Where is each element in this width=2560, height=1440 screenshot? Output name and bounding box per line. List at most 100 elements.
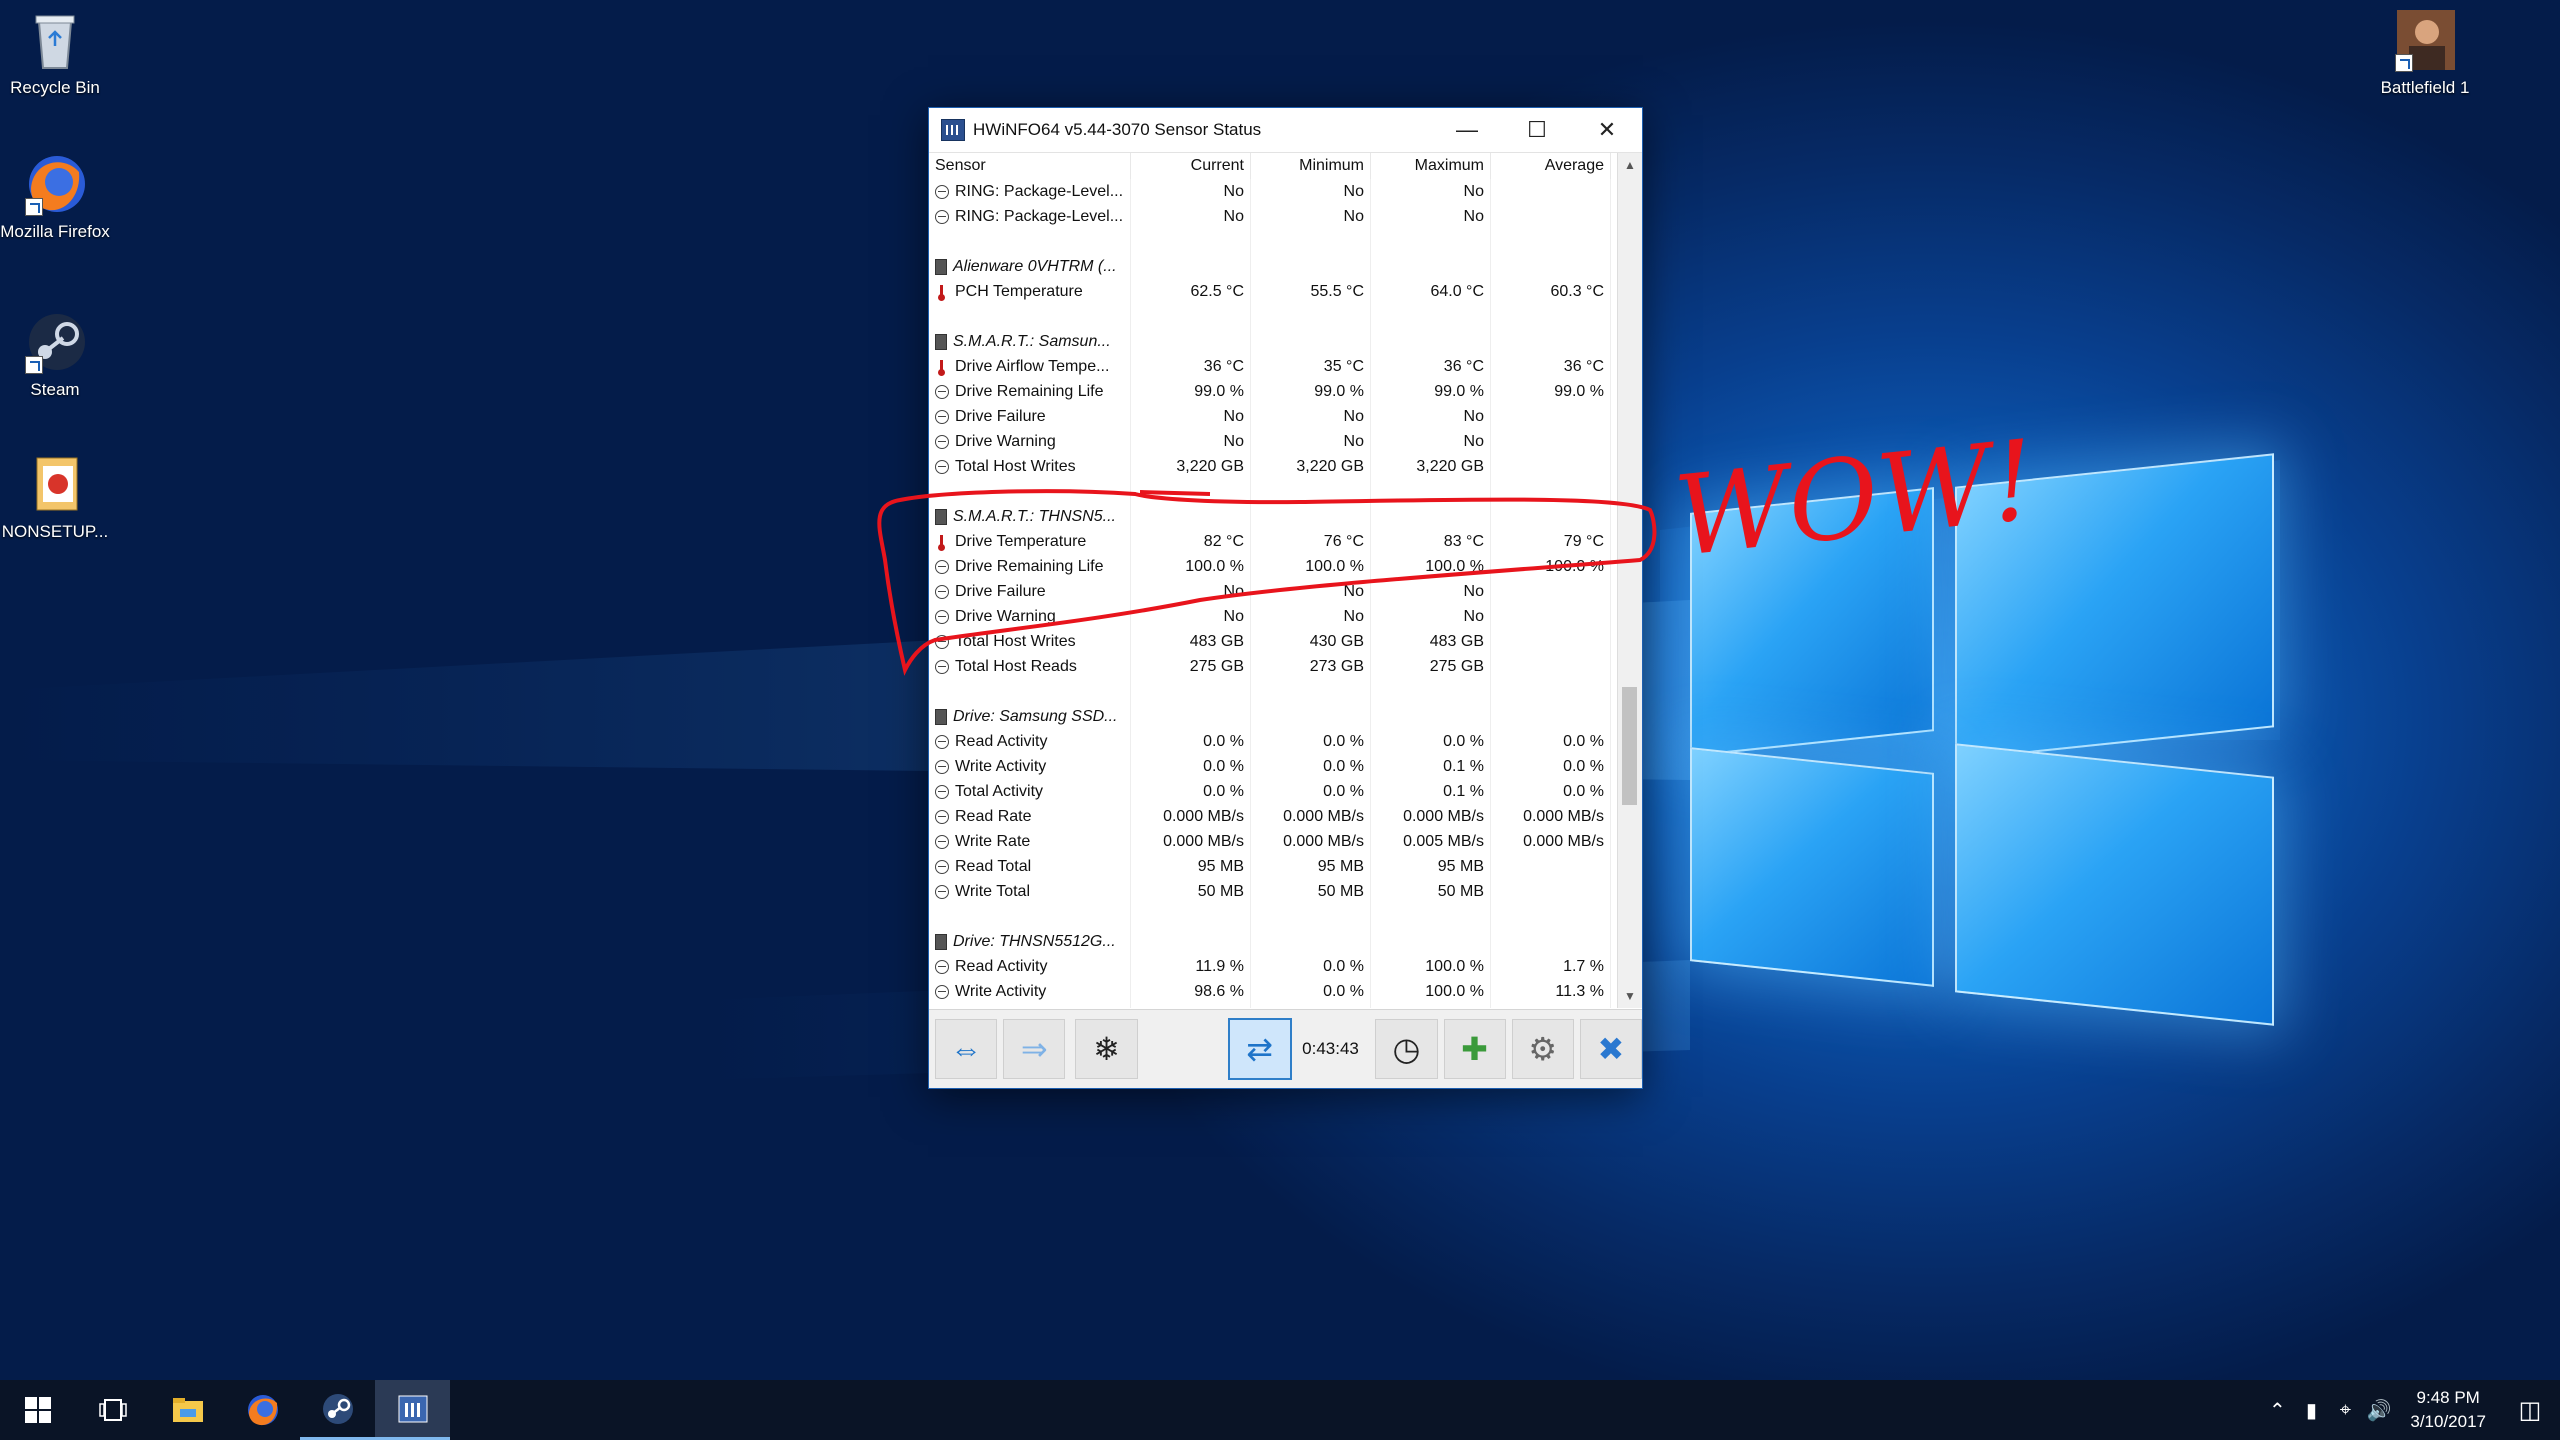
settings-gear-icon[interactable]: ⚙ bbox=[1511, 1019, 1574, 1079]
cell-text: No bbox=[1343, 432, 1364, 450]
sensor-group-row[interactable]: S.M.A.R.T.: THNSN5... bbox=[929, 504, 1618, 529]
show-hidden-icons-icon[interactable]: ⌃ bbox=[2260, 1398, 2294, 1423]
sensor-name-cell: Write Activity bbox=[929, 979, 1131, 1004]
table-row[interactable]: Drive Failure No No No bbox=[929, 579, 1618, 604]
minimum-value-cell: 0.0 % bbox=[1251, 779, 1371, 804]
table-row[interactable]: Total Host Reads 275 GB 273 GB 275 GB bbox=[929, 654, 1618, 679]
scrollbar-thumb[interactable] bbox=[1622, 687, 1637, 805]
average-value-cell bbox=[1491, 329, 1611, 354]
table-row[interactable]: Drive Warning No No No bbox=[929, 604, 1618, 629]
desktop-icon-firefox[interactable]: Mozilla Firefox bbox=[0, 152, 110, 242]
desktop-icon-recycle-bin[interactable]: Recycle Bin bbox=[0, 8, 110, 98]
cell-text: 55.5 °C bbox=[1310, 282, 1364, 300]
sensor-group-row[interactable]: S.M.A.R.T.: Samsun... bbox=[929, 329, 1618, 354]
nav-arrows-icon[interactable]: ⇔ bbox=[935, 1019, 998, 1079]
current-value-cell: 36 °C bbox=[1131, 354, 1251, 379]
cell-text: Total Host Reads bbox=[955, 657, 1077, 675]
table-row[interactable]: Drive Airflow Tempe... 36 °C 35 °C 36 °C 36 … bbox=[929, 354, 1618, 379]
firefox-icon[interactable] bbox=[225, 1380, 300, 1440]
cell-text: Drive: THNSN5512G... bbox=[953, 932, 1116, 950]
current-value-cell: 0.000 MB/s bbox=[1131, 804, 1251, 829]
cell-text: No bbox=[1223, 582, 1244, 600]
sensor-table[interactable]: Sensor Current Minimum Maximum Average R… bbox=[929, 153, 1618, 1008]
taskbar-clock[interactable]: 9:48 PM 3/10/2017 bbox=[2396, 1386, 2500, 1434]
windows-start-icon[interactable] bbox=[0, 1380, 75, 1440]
sensor-group-row[interactable]: Drive: Samsung SSD... bbox=[929, 704, 1618, 729]
cell-text: No bbox=[1463, 432, 1484, 450]
cell-text: 0.000 MB/s bbox=[1523, 807, 1604, 825]
vertical-scrollbar[interactable]: ▲ ▼ bbox=[1617, 153, 1642, 1008]
sensor-name-cell: Total Activity bbox=[929, 1004, 1131, 1008]
table-row[interactable]: PCH Temperature 62.5 °C 55.5 °C 64.0 °C 60.3… bbox=[929, 279, 1618, 304]
battery-icon[interactable]: ▮ bbox=[2294, 1398, 2328, 1423]
task-view-icon[interactable] bbox=[75, 1380, 150, 1440]
maximum-value-cell: 100.0 % bbox=[1371, 954, 1491, 979]
close-button[interactable]: ✕ bbox=[1572, 108, 1642, 152]
maximize-button[interactable]: ☐ bbox=[1502, 108, 1572, 152]
table-row[interactable]: Write Total 50 MB 50 MB 50 MB bbox=[929, 879, 1618, 904]
steam-icon[interactable] bbox=[300, 1380, 375, 1440]
scroll-down-arrow-icon[interactable]: ▼ bbox=[1618, 984, 1642, 1008]
table-row[interactable]: Write Activity 0.0 % 0.0 % 0.1 % 0.0 % bbox=[929, 754, 1618, 779]
fan-icon[interactable]: ❄ bbox=[1075, 1019, 1138, 1079]
sensor-name-cell: Total Activity bbox=[929, 779, 1131, 804]
minimize-button[interactable]: — bbox=[1432, 108, 1502, 152]
maximum-value-cell bbox=[1371, 229, 1491, 254]
table-row[interactable]: Read Activity 11.9 % 0.0 % 100.0 % 1.7 % bbox=[929, 954, 1618, 979]
cell-text: No bbox=[1223, 607, 1244, 625]
system-tray: ⌃ ▮ ⌖ 🔊 9:48 PM 3/10/2017 ◫ bbox=[2260, 1380, 2560, 1440]
clock-icon[interactable]: ◷ bbox=[1375, 1019, 1438, 1079]
table-row[interactable]: Total Activity 0.0 % 0.0 % 0.1 % 0.0 % bbox=[929, 779, 1618, 804]
scroll-up-arrow-icon[interactable]: ▲ bbox=[1618, 153, 1642, 177]
column-header-sensor[interactable]: Sensor bbox=[929, 153, 1131, 179]
cell-text: 3,220 GB bbox=[1176, 457, 1244, 475]
table-row[interactable]: Read Total 95 MB 95 MB 95 MB bbox=[929, 854, 1618, 879]
chip-icon bbox=[935, 708, 947, 725]
table-row[interactable]: Total Host Writes 3,220 GB 3,220 GB 3,220 G… bbox=[929, 454, 1618, 479]
sensor-name-cell: Total Host Reads bbox=[929, 654, 1131, 679]
average-value-cell: 12.6 % bbox=[1491, 1004, 1611, 1008]
table-row[interactable]: Drive Temperature 82 °C 76 °C 83 °C 79 °C bbox=[929, 529, 1618, 554]
table-row[interactable]: Total Activity 100.0 % 0.0 % 100.0 % 12.6 % bbox=[929, 1004, 1618, 1008]
volume-icon[interactable]: 🔊 bbox=[2362, 1398, 2396, 1423]
table-row[interactable]: Read Activity 0.0 % 0.0 % 0.0 % 0.0 % bbox=[929, 729, 1618, 754]
table-row[interactable]: Write Rate 0.000 MB/s 0.000 MB/s 0.005 MB/s… bbox=[929, 829, 1618, 854]
clock-date: 3/10/2017 bbox=[2410, 1412, 2486, 1431]
hwinfo-sensor-window[interactable]: HWiNFO64 v5.44-3070 Sensor Status — ☐ ✕ … bbox=[928, 107, 1643, 1089]
sensor-group-row[interactable]: Alienware 0VHTRM (... bbox=[929, 254, 1618, 279]
hwinfo-icon[interactable] bbox=[375, 1380, 450, 1440]
add-report-icon[interactable]: ✚ bbox=[1443, 1019, 1506, 1079]
collapse-arrows-icon[interactable]: ⇒ bbox=[1003, 1019, 1066, 1079]
table-row[interactable]: Drive Remaining Life 99.0 % 99.0 % 99.0 % 99… bbox=[929, 379, 1618, 404]
network-icon[interactable]: ⇄ bbox=[1227, 1018, 1292, 1080]
table-row[interactable]: Drive Warning No No No bbox=[929, 429, 1618, 454]
cell-text: No bbox=[1343, 607, 1364, 625]
hwinfo-app-icon bbox=[941, 119, 965, 141]
close-x-icon[interactable]: ✖ bbox=[1579, 1019, 1643, 1079]
desktop-icon-nonsetup[interactable]: NONSETUP... bbox=[0, 452, 110, 542]
minimum-value-cell: No bbox=[1251, 604, 1371, 629]
column-header-maximum[interactable]: Maximum bbox=[1371, 153, 1491, 179]
table-row[interactable]: Total Host Writes 483 GB 430 GB 483 GB bbox=[929, 629, 1618, 654]
column-header-current[interactable]: Current bbox=[1131, 153, 1251, 179]
thermometer-icon bbox=[935, 359, 949, 376]
file-explorer-icon[interactable] bbox=[150, 1380, 225, 1440]
cell-text: 0.005 MB/s bbox=[1403, 832, 1484, 850]
wifi-icon[interactable]: ⌖ bbox=[2328, 1399, 2362, 1422]
table-row[interactable]: Drive Failure No No No bbox=[929, 404, 1618, 429]
column-header-minimum[interactable]: Minimum bbox=[1251, 153, 1371, 179]
desktop-icon-battlefield[interactable]: Battlefield 1 bbox=[2370, 8, 2480, 98]
cell-text: 36 °C bbox=[1203, 357, 1244, 375]
table-row[interactable]: Write Activity 98.6 % 0.0 % 100.0 % 11.3 % bbox=[929, 979, 1618, 1004]
window-titlebar[interactable]: HWiNFO64 v5.44-3070 Sensor Status — ☐ ✕ bbox=[929, 108, 1642, 153]
sensor-group-row[interactable]: Drive: THNSN5512G... bbox=[929, 929, 1618, 954]
desktop-icon-steam[interactable]: Steam bbox=[0, 310, 110, 400]
cell-text: RING: Package-Level... bbox=[955, 182, 1124, 200]
table-row[interactable]: RING: Package-Level... No No No bbox=[929, 204, 1618, 229]
table-row[interactable]: RING: Package-Level... No No No bbox=[929, 179, 1618, 204]
table-row[interactable]: Drive Remaining Life 100.0 % 100.0 % 100.0 … bbox=[929, 554, 1618, 579]
action-center-icon[interactable]: ◫ bbox=[2500, 1396, 2560, 1425]
table-row[interactable]: Read Rate 0.000 MB/s 0.000 MB/s 0.000 MB/s 0… bbox=[929, 804, 1618, 829]
column-header-average[interactable]: Average bbox=[1491, 153, 1611, 179]
minimum-value-cell bbox=[1251, 679, 1371, 704]
